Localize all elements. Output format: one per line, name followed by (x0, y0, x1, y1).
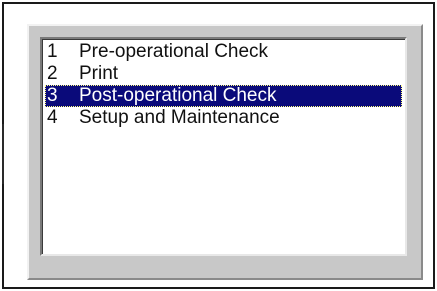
menu-panel: 1 Pre-operational Check 2 Print 3 Post-o… (27, 24, 423, 280)
menu-item-label: Print (79, 63, 119, 84)
menu-listbox[interactable]: 1 Pre-operational Check 2 Print 3 Post-o… (40, 37, 407, 256)
menu-item-pre-operational-check[interactable]: 1 Pre-operational Check (45, 41, 402, 63)
menu-item-print[interactable]: 2 Print (45, 63, 402, 85)
menu-item-label: Setup and Maintenance (79, 107, 280, 128)
menu-item-post-operational-check[interactable]: 3 Post-operational Check (45, 85, 402, 107)
menu-item-number: 4 (47, 107, 58, 128)
menu-item-number: 1 (47, 41, 58, 62)
menu-item-number: 3 (47, 85, 58, 106)
menu-item-label: Post-operational Check (79, 85, 277, 106)
outer-frame: 1 Pre-operational Check 2 Print 3 Post-o… (2, 2, 435, 289)
menu-item-label: Pre-operational Check (79, 41, 269, 62)
menu-item-setup-and-maintenance[interactable]: 4 Setup and Maintenance (45, 107, 402, 129)
menu-item-number: 2 (47, 63, 58, 84)
